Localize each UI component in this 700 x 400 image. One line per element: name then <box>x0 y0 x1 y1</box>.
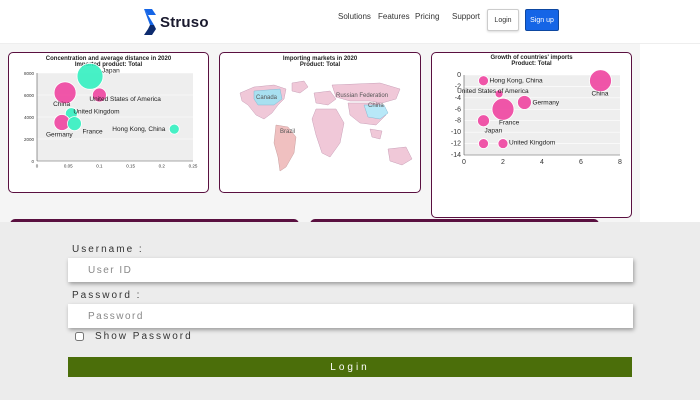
nav-features[interactable]: Features <box>378 12 410 21</box>
brand-logo[interactable]: Struso <box>142 8 209 36</box>
password-input[interactable] <box>68 304 633 328</box>
map-label-brazil: Brazil <box>280 129 295 135</box>
chart1-point-label: Japan <box>102 67 120 74</box>
chart1-point-label: United States of America <box>89 96 161 103</box>
chart3-point <box>589 69 612 93</box>
map-label-china: China <box>368 103 384 109</box>
chart1-point <box>67 116 82 131</box>
chart3-point <box>477 114 490 128</box>
show-password-checkbox[interactable] <box>74 332 85 341</box>
header-signup-button[interactable]: Sign up <box>525 9 559 31</box>
concentration-chart-card: Concentration and average distance in 20… <box>8 52 209 193</box>
chart1-ytick-label: 8000 <box>24 71 35 76</box>
chart3-xtick-label: 2 <box>501 159 505 166</box>
struso-logo-icon <box>144 9 156 35</box>
importing-markets-card: Importing markets in 2020 Product: Total… <box>219 52 421 193</box>
chart1-point-label: France <box>82 129 103 136</box>
chart3-xtick-label: 0 <box>462 159 466 166</box>
header-login-button[interactable]: Login <box>487 9 519 31</box>
chart1-xtick-label: 0.2 <box>159 164 166 169</box>
chart3-xtick-label: 6 <box>579 159 583 166</box>
chart3-point <box>491 97 515 121</box>
chart1-point-label: United Kingdom <box>73 109 119 116</box>
chart1-point <box>76 62 104 90</box>
map-label-russia: Russian Federation <box>336 93 388 99</box>
password-label: Password : <box>72 290 142 301</box>
chart3-xtick-label: 4 <box>540 159 544 166</box>
chart3-point-label: Germany <box>532 99 559 106</box>
chart3-ytick-label: -10 <box>451 129 461 136</box>
show-password-label: Show Password <box>95 331 193 342</box>
chart3-point-label: China <box>592 91 609 98</box>
chart3-ytick-label: -12 <box>451 141 461 148</box>
nav-support[interactable]: Support <box>452 12 480 21</box>
chart3-point-label: France <box>499 119 520 126</box>
chart3-point <box>517 95 532 110</box>
importing-markets-map: Canada Russian Federation China Brazil <box>239 80 413 172</box>
chart3-ytick-label: -6 <box>455 106 461 113</box>
chart1-xtick-label: 0.1 <box>96 164 103 169</box>
import-growth-card: Growth of countries' imports Product: To… <box>431 52 632 218</box>
chart1-xtick-label: 0.05 <box>64 164 73 169</box>
chart1-ytick-label: 0 <box>31 159 34 164</box>
username-input[interactable] <box>68 258 633 282</box>
chart3-point <box>478 138 489 149</box>
chart1-xtick-label: 0 <box>36 164 39 169</box>
chart3-point-label: United States of America <box>457 88 529 95</box>
import-growth-scatter-chart: 0-2-4-6-8-10-12-140 2 4 6 8Hong Kong, ChinaC… <box>451 69 622 166</box>
dashboard-margin <box>640 44 700 222</box>
username-label: Username : <box>72 244 144 255</box>
brand-name: Struso <box>160 13 209 31</box>
top-navbar: Struso Solutions Features Pricing Suppor… <box>0 0 700 44</box>
chart3-point-label: Hong Kong, China <box>490 78 544 85</box>
chart3-point-label: Japan <box>485 128 503 135</box>
login-submit-button[interactable]: Login <box>68 357 632 377</box>
chart1-point-label: China <box>53 101 70 108</box>
chart3-ytick-label: -4 <box>455 95 461 102</box>
chart1-point-label: Hong Kong, China <box>112 126 166 133</box>
chart1-ytick-label: 2000 <box>24 137 35 142</box>
chart3-point <box>478 75 489 87</box>
chart1-xtick-label: 0.25 <box>189 164 198 169</box>
chart1-xtick-label: 0.15 <box>126 164 135 169</box>
nav-pricing[interactable]: Pricing <box>415 12 439 21</box>
chart1-point <box>168 123 180 135</box>
chart3-ytick-label: -14 <box>451 152 461 159</box>
chart3-ytick-label: 0 <box>457 72 461 79</box>
map-label-canada: Canada <box>256 95 278 101</box>
show-password-toggle[interactable]: Show Password <box>74 331 193 342</box>
nav-solutions[interactable]: Solutions <box>338 12 371 21</box>
chart1-point-label: Germany <box>46 132 73 139</box>
chart1-ytick-label: 4000 <box>24 115 35 120</box>
concentration-scatter-chart: 0 2000 4000 6000 8000 0 0.05 0.1 0.15 0.2 0.25 Japa… <box>24 62 198 169</box>
chart3-point-label: United Kingdom <box>509 140 555 147</box>
chart3-point <box>497 138 509 149</box>
chart3-xtick-label: 8 <box>618 159 622 166</box>
chart1-ytick-label: 6000 <box>24 93 35 98</box>
chart3-ytick-label: -8 <box>455 118 461 125</box>
